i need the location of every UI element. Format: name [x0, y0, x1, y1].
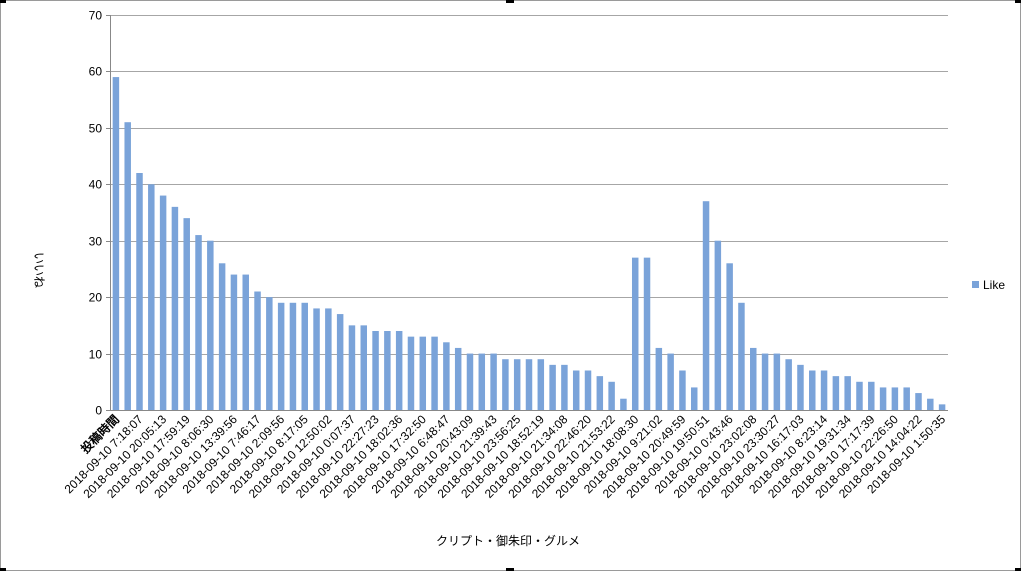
- bar: [148, 184, 155, 410]
- bar: [596, 376, 604, 410]
- y-axis-ticks: 0 10 20 30 40 50 60 70: [89, 9, 111, 418]
- bar: [124, 122, 131, 411]
- bar: [561, 364, 568, 410]
- bar: [690, 387, 698, 410]
- bar: [136, 173, 143, 410]
- bar: [667, 353, 674, 410]
- y-tick-label: 0: [95, 404, 102, 418]
- bar: [608, 381, 615, 410]
- bar: [938, 404, 946, 410]
- bar: [266, 297, 273, 410]
- bar: [726, 263, 733, 410]
- y-tick-label: 10: [89, 348, 103, 362]
- bar: [549, 364, 556, 410]
- bar: [584, 370, 592, 410]
- bar: [643, 257, 651, 410]
- bar: [868, 381, 875, 410]
- y-tick-label: 70: [89, 9, 103, 23]
- bar: [478, 353, 486, 410]
- bars: [112, 77, 946, 411]
- x-axis-title: クリプト・御朱印・グルメ: [436, 533, 580, 548]
- bar: [631, 257, 639, 410]
- bar: [809, 370, 816, 410]
- y-tick-label: 20: [89, 291, 103, 305]
- bar: [372, 331, 379, 410]
- bar: [915, 393, 922, 410]
- y-tick-label: 30: [89, 235, 103, 249]
- legend: Like: [972, 278, 1005, 292]
- bar: [336, 314, 344, 410]
- bar: [454, 347, 462, 410]
- bar: [525, 359, 533, 410]
- bar: [785, 359, 792, 410]
- y-tick-label: 40: [89, 178, 103, 192]
- bar: [360, 325, 367, 410]
- bar: [431, 336, 438, 410]
- bar: [655, 347, 663, 410]
- y-axis-title: いいね: [32, 252, 46, 288]
- bar: [797, 364, 804, 410]
- bar: [891, 387, 899, 410]
- bar: [112, 77, 120, 410]
- bar: [230, 274, 238, 410]
- bar: [820, 370, 828, 410]
- bar: [537, 359, 545, 410]
- bar: [254, 291, 261, 410]
- bar: [738, 302, 745, 410]
- bar: [773, 353, 781, 410]
- bar: [903, 387, 910, 410]
- bar: [844, 376, 851, 410]
- bar: [702, 201, 710, 410]
- bar: [513, 359, 521, 410]
- legend-label: Like: [983, 278, 1005, 292]
- bar: [289, 302, 297, 410]
- bar: [395, 331, 403, 410]
- bar: [761, 353, 769, 410]
- y-tick-label: 50: [89, 122, 103, 136]
- x-axis-ticks: 投稿時間2018-09-10 7:18:072018-09-10 20:05:1…: [62, 410, 948, 501]
- bar: [750, 347, 757, 410]
- bar: [620, 398, 627, 410]
- bar: [407, 336, 415, 410]
- bar: [183, 218, 190, 410]
- bar: [490, 353, 497, 410]
- bar: [856, 381, 863, 410]
- bar: [384, 331, 391, 410]
- bar: [277, 302, 285, 410]
- bar: [313, 308, 320, 410]
- bar: [218, 263, 226, 410]
- bar: [207, 240, 214, 410]
- bar: [679, 370, 686, 410]
- bar: [242, 274, 249, 410]
- legend-swatch: [972, 281, 979, 288]
- bar: [572, 370, 580, 410]
- bar: [443, 342, 450, 410]
- bar: [195, 235, 202, 410]
- bar: [419, 336, 427, 410]
- bar: [301, 302, 308, 410]
- bar: [466, 353, 474, 410]
- bar: [502, 359, 509, 410]
- bar: [171, 206, 179, 410]
- bar: [879, 387, 887, 410]
- y-tick-label: 60: [89, 65, 103, 79]
- bar: [348, 325, 356, 410]
- bar: [927, 398, 934, 410]
- bar-chart: 0 10 20 30 40 50 60 70 投稿時間2018-09-10 7:18:0720…: [32, 9, 1005, 549]
- bar: [832, 376, 840, 410]
- bar: [325, 308, 332, 410]
- bar: [159, 195, 167, 410]
- bar: [714, 240, 722, 410]
